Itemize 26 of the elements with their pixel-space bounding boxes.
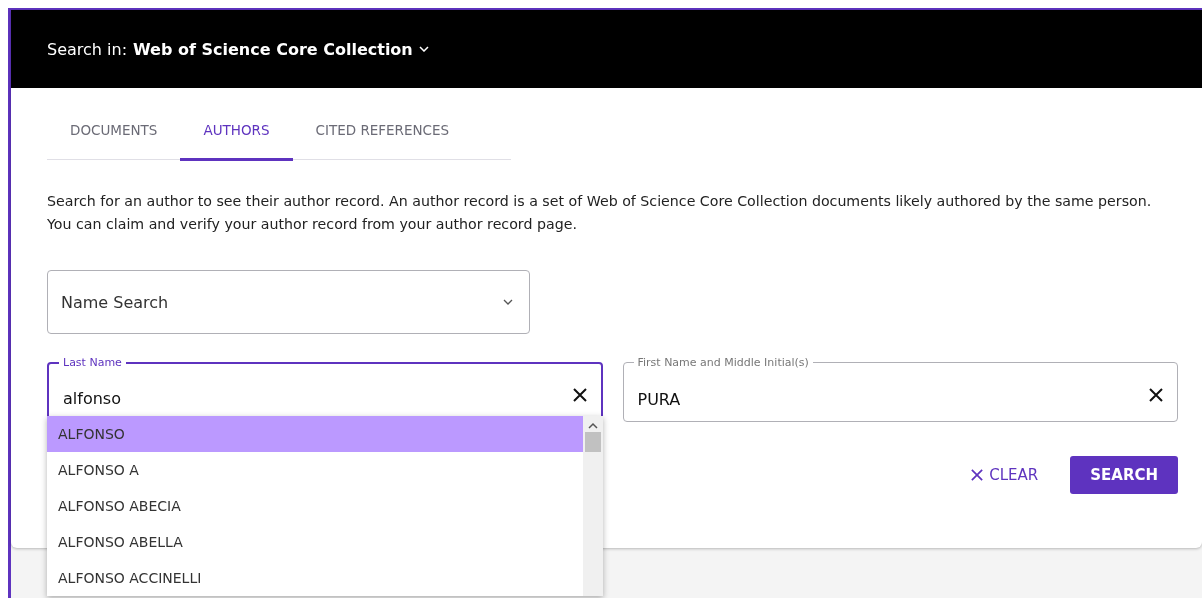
chevron-down-icon: [418, 46, 429, 52]
search-in-label: Search in:: [47, 39, 128, 59]
chevron-down-icon: [503, 299, 513, 305]
search-type-select[interactable]: Name Search: [47, 270, 530, 334]
clear-field-button[interactable]: [572, 387, 587, 402]
field-label: Last Name: [62, 356, 123, 369]
suggestion-item[interactable]: ALFONSO: [47, 416, 583, 452]
tab[interactable]: DOCUMENTS: [47, 102, 181, 161]
description-text: Search for an author to see their author record. An author record is a set of Web of Science Core Collection documents likely authored by the same person. You can claim and verify your author record from your author record page.: [47, 192, 1153, 234]
close-icon: [971, 469, 984, 481]
text-input[interactable]: alfonso: [63, 381, 573, 408]
collection-selector[interactable]: Web of Science Core Collection: [133, 39, 429, 59]
close-icon: [572, 387, 587, 402]
input-field[interactable]: First Name and Middle Initial(s) PURA: [622, 356, 1178, 422]
search-button[interactable]: SEARCH: [1070, 456, 1178, 494]
text-input[interactable]: PURA: [637, 381, 1149, 409]
suggestion-item[interactable]: ALFONSO ACCINELLI: [47, 560, 583, 596]
clear-button[interactable]: CLEAR: [965, 465, 1045, 485]
tab[interactable]: AUTHORS: [180, 102, 293, 161]
scroll-up-icon: [587, 422, 598, 430]
scroll-thumb[interactable]: [584, 432, 601, 452]
clear-field-button[interactable]: [1149, 388, 1163, 402]
field-label: First Name and Middle Initial(s): [636, 356, 810, 369]
close-icon: [1149, 388, 1163, 402]
tab[interactable]: CITED REFERENCES: [292, 102, 473, 161]
scrollbar[interactable]: [582, 416, 603, 596]
